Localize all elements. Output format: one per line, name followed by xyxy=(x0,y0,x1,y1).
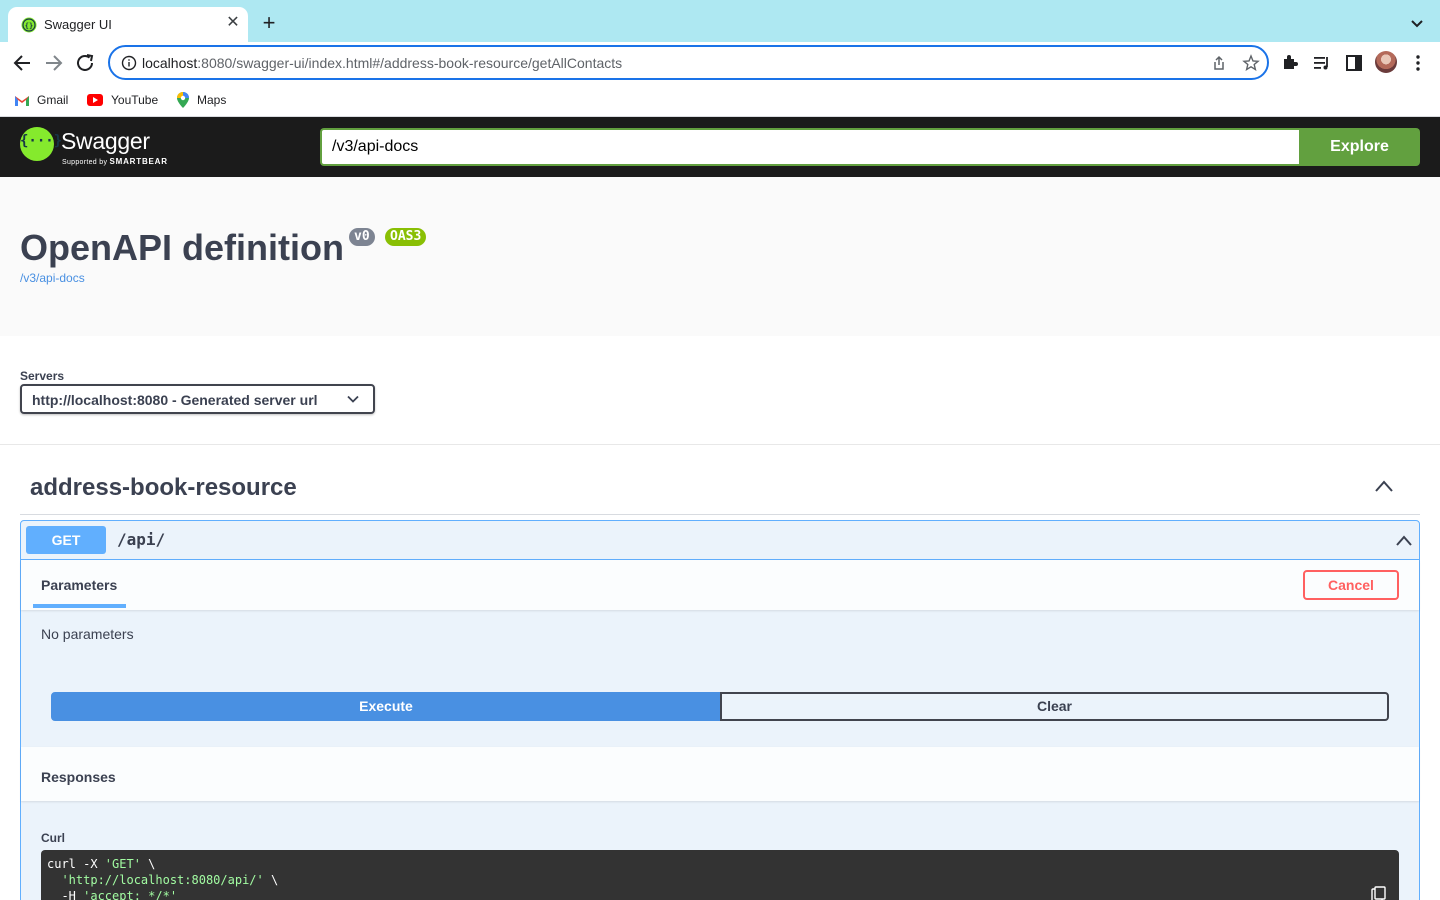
bookmarks-bar: Gmail YouTube Maps xyxy=(0,84,1440,117)
swagger-topbar: {···} Swagger Supported by SMARTBEAR /v3… xyxy=(0,117,1440,177)
youtube-icon xyxy=(87,94,103,106)
browser-toolbar: localhost:8080/swagger-ui/index.html#/ad… xyxy=(0,42,1440,84)
url-path: :8080/swagger-ui/index.html#/address-boo… xyxy=(197,55,623,71)
api-title: OpenAPI definition xyxy=(20,227,344,268)
forward-arrow-icon[interactable] xyxy=(42,52,66,74)
responses-header: Responses xyxy=(21,747,1419,801)
servers-selected-value: http://localhost:8080 - Generated server… xyxy=(32,392,318,408)
curl-continuation: \ xyxy=(140,857,156,871)
logo-sub-brand: SMARTBEAR xyxy=(109,157,168,166)
bookmark-youtube[interactable]: YouTube xyxy=(87,92,158,108)
tab-search-chevron-icon[interactable] xyxy=(1408,14,1426,32)
curl-url: 'http://localhost:8080/api/' xyxy=(61,873,264,887)
logo-subtitle: Supported by SMARTBEAR xyxy=(62,157,168,166)
share-icon[interactable] xyxy=(1210,54,1228,72)
api-info: OpenAPI definition v0 OAS3 /v3/api-docs xyxy=(0,177,1440,336)
clear-button[interactable]: Clear xyxy=(720,692,1389,721)
curl-continuation: \ xyxy=(263,873,279,887)
bookmark-label: Maps xyxy=(197,93,227,107)
media-queue-icon[interactable] xyxy=(1312,53,1332,73)
operation-collapse-chevron-icon[interactable] xyxy=(1395,534,1413,547)
chevron-down-icon xyxy=(347,395,359,403)
spec-url-input[interactable]: /v3/api-docs xyxy=(320,128,1300,166)
browser-tab[interactable]: {} Swagger UI ✕ xyxy=(8,7,248,42)
address-url: localhost:8080/swagger-ui/index.html#/ad… xyxy=(142,55,622,71)
bookmark-maps[interactable]: Maps xyxy=(177,92,226,108)
servers-section: Servers http://localhost:8080 - Generate… xyxy=(0,336,1440,445)
back-arrow-icon[interactable] xyxy=(10,52,34,74)
extensions-puzzle-icon[interactable] xyxy=(1280,53,1300,73)
responses-title: Responses xyxy=(41,769,116,785)
copy-to-clipboard-icon[interactable] xyxy=(1370,886,1386,900)
cancel-button[interactable]: Cancel xyxy=(1303,570,1399,600)
new-tab-icon[interactable]: + xyxy=(259,12,279,34)
side-panel-icon[interactable] xyxy=(1344,53,1364,73)
address-bar[interactable]: localhost:8080/swagger-ui/index.html#/ad… xyxy=(108,45,1269,80)
tab-active-indicator xyxy=(33,604,126,608)
reload-icon[interactable] xyxy=(74,52,98,74)
explore-button[interactable]: Explore xyxy=(1299,128,1420,166)
curl-header-flag: -H xyxy=(47,889,84,900)
curl-indent xyxy=(47,873,61,887)
bookmark-label: YouTube xyxy=(111,93,159,107)
bookmark-label: Gmail xyxy=(37,93,69,107)
logo-sub-prefix: Supported by xyxy=(62,159,108,166)
servers-select[interactable]: http://localhost:8080 - Generated server… xyxy=(20,384,375,414)
parameters-header: Parameters Cancel xyxy=(21,560,1419,610)
maps-pin-icon xyxy=(177,92,189,108)
site-info-icon[interactable] xyxy=(121,55,137,71)
swagger-logo-icon[interactable]: {···} xyxy=(20,127,62,161)
browser-menu-icon[interactable] xyxy=(1408,53,1428,73)
curl-method: 'GET' xyxy=(104,857,141,871)
execute-button[interactable]: Execute xyxy=(51,692,721,721)
gmail-icon xyxy=(15,95,29,106)
bookmark-star-icon[interactable] xyxy=(1242,54,1260,72)
method-badge: GET xyxy=(26,526,106,554)
operation-summary[interactable]: GET /api/ xyxy=(21,521,1419,560)
servers-label: Servers xyxy=(20,369,65,383)
curl-label: Curl xyxy=(41,831,65,845)
no-parameters-text: No parameters xyxy=(41,626,134,642)
spec-link[interactable]: /v3/api-docs xyxy=(20,271,85,285)
logo-wordmark: Swagger xyxy=(61,128,150,154)
tag-collapse-chevron-icon[interactable] xyxy=(1374,479,1394,493)
bookmark-gmail[interactable]: Gmail xyxy=(15,92,68,108)
svg-text:{}: {} xyxy=(25,22,33,30)
tag-title[interactable]: address-book-resource xyxy=(30,474,297,502)
operation-path: /api/ xyxy=(117,530,166,549)
operation-block: GET /api/ Parameters Cancel No parameter… xyxy=(20,520,1420,900)
curl-cmd: curl -X xyxy=(47,857,105,871)
profile-avatar[interactable] xyxy=(1375,51,1397,73)
tag-divider xyxy=(20,514,1420,515)
swagger-favicon-icon: {} xyxy=(21,17,37,33)
url-host: localhost xyxy=(142,55,198,71)
version-badge: v0 xyxy=(349,228,375,246)
curl-header-value: 'accept: */*' xyxy=(83,889,178,900)
browser-tabstrip: {} Swagger UI ✕ + xyxy=(0,0,1440,42)
curl-code-block[interactable]: curl -X 'GET' \ 'http://localhost:8080/a… xyxy=(41,850,1399,900)
tab-title: Swagger UI xyxy=(44,17,112,32)
tab-parameters[interactable]: Parameters xyxy=(41,577,117,593)
tab-close-icon[interactable]: ✕ xyxy=(224,14,242,32)
oas-badge: OAS3 xyxy=(385,228,427,246)
